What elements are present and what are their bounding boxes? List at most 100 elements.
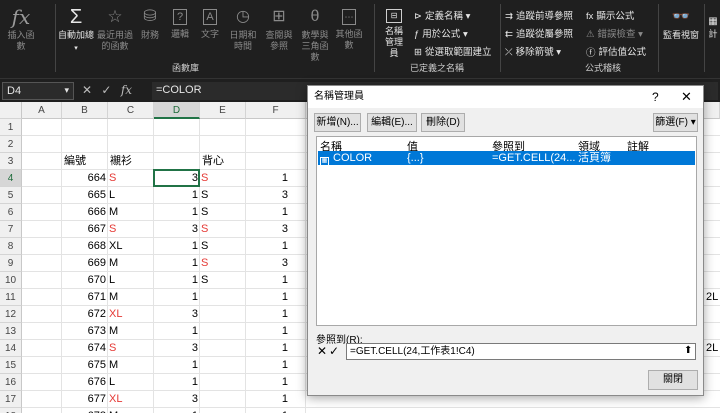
vest-value-cell[interactable]: 1 bbox=[246, 357, 290, 374]
edit-name-button[interactable]: 編輯(E)... bbox=[367, 113, 417, 132]
vest-size-cell[interactable]: S bbox=[200, 221, 246, 238]
row-header-10[interactable]: 10 bbox=[0, 272, 22, 289]
color-value-cell[interactable]: 3 bbox=[154, 340, 200, 357]
confirm-edit-icon[interactable]: ✓ bbox=[329, 344, 339, 358]
vest-value-cell[interactable]: 3 bbox=[246, 255, 290, 272]
delete-name-button[interactable]: 刪除(D) bbox=[421, 113, 465, 132]
vest-size-cell[interactable]: S bbox=[200, 238, 246, 255]
row-header-8[interactable]: 8 bbox=[0, 238, 22, 255]
vest-size-cell[interactable] bbox=[200, 323, 246, 340]
number-cell[interactable]: 675 bbox=[62, 357, 108, 374]
vest-size-cell[interactable] bbox=[200, 357, 246, 374]
close-icon[interactable]: ✕ bbox=[681, 86, 692, 108]
use-in-formula-button[interactable]: ƒ 用於公式 ▾ bbox=[414, 26, 468, 40]
row-header-1[interactable]: 1 bbox=[0, 119, 22, 136]
vest-value-cell[interactable]: 1 bbox=[246, 289, 290, 306]
vest-value-cell[interactable]: 1 bbox=[246, 391, 290, 408]
collapse-dialog-icon[interactable]: ⬆ bbox=[684, 344, 692, 358]
recent-functions-button[interactable]: ☆ 最近用過的函數 bbox=[96, 6, 134, 52]
color-value-cell[interactable]: 1 bbox=[154, 323, 200, 340]
color-value-cell[interactable]: 1 bbox=[154, 204, 200, 221]
refers-to-input[interactable]: =GET.CELL(24,工作表1!C4) bbox=[346, 343, 696, 360]
vest-value-cell[interactable]: 1 bbox=[246, 408, 290, 413]
shirt-size-cell[interactable]: M bbox=[108, 408, 154, 413]
shirt-size-cell[interactable]: XL bbox=[108, 391, 154, 408]
other-functions-button[interactable]: ⋯ 其他函數 bbox=[334, 6, 364, 51]
shirt-size-cell[interactable]: S bbox=[108, 340, 154, 357]
offscreen-cell[interactable]: 2L bbox=[706, 340, 720, 357]
number-cell[interactable]: 665 bbox=[62, 187, 108, 204]
vest-size-cell[interactable] bbox=[200, 306, 246, 323]
vest-value-cell[interactable]: 1 bbox=[246, 340, 290, 357]
color-value-cell[interactable]: 1 bbox=[154, 255, 200, 272]
number-cell[interactable]: 677 bbox=[62, 391, 108, 408]
close-button[interactable]: 關閉 bbox=[648, 370, 698, 390]
error-checking-button[interactable]: ⚠ 錯誤檢查 ▾ bbox=[586, 26, 643, 40]
row-header-18[interactable]: 18 bbox=[0, 408, 22, 413]
number-cell[interactable]: 674 bbox=[62, 340, 108, 357]
row-header-11[interactable]: 11 bbox=[0, 289, 22, 306]
shirt-size-cell[interactable]: S bbox=[108, 221, 154, 238]
create-from-selection-button[interactable]: ⊞ 從選取範圍建立 bbox=[414, 44, 491, 58]
evaluate-formula-button[interactable]: ⓕ 評估值公式 bbox=[586, 44, 646, 59]
vest-value-cell[interactable]: 1 bbox=[246, 238, 290, 255]
trace-precedents-button[interactable]: ⇉ 追蹤前導參照 bbox=[505, 8, 573, 22]
row-header-5[interactable]: 5 bbox=[0, 187, 22, 204]
cancel-edit-icon[interactable]: ✕ bbox=[317, 344, 327, 358]
datetime-button[interactable]: ◷ 日期和時間 bbox=[226, 6, 260, 52]
number-cell[interactable]: 673 bbox=[62, 323, 108, 340]
vest-value-cell[interactable]: 1 bbox=[246, 204, 290, 221]
vest-value-cell[interactable]: 3 bbox=[246, 221, 290, 238]
color-value-cell[interactable]: 1 bbox=[154, 187, 200, 204]
names-list[interactable]: 名稱 值 參照到 領域 註解 ▦ COLOR {...} =GET.CELL(2… bbox=[316, 136, 697, 326]
vest-size-cell[interactable] bbox=[200, 391, 246, 408]
row-header-13[interactable]: 13 bbox=[0, 323, 22, 340]
row-header-16[interactable]: 16 bbox=[0, 374, 22, 391]
number-cell[interactable]: 670 bbox=[62, 272, 108, 289]
row-header-2[interactable]: 2 bbox=[0, 136, 22, 153]
number-cell[interactable]: 671 bbox=[62, 289, 108, 306]
column-header-a[interactable]: A bbox=[22, 102, 62, 119]
lookup-button[interactable]: ⊞ 查閱與參照 bbox=[262, 6, 296, 52]
cancel-icon[interactable]: ✕ bbox=[82, 83, 92, 97]
row-header-12[interactable]: 12 bbox=[0, 306, 22, 323]
new-name-button[interactable]: 新增(N)... bbox=[314, 113, 361, 132]
column-header-f[interactable]: F bbox=[246, 102, 306, 119]
shirt-size-cell[interactable]: L bbox=[108, 272, 154, 289]
name-box[interactable]: D4 ▾ bbox=[2, 82, 74, 100]
number-cell[interactable]: 666 bbox=[62, 204, 108, 221]
row-header-17[interactable]: 17 bbox=[0, 391, 22, 408]
row-header-7[interactable]: 7 bbox=[0, 221, 22, 238]
color-value-cell[interactable]: 3 bbox=[154, 221, 200, 238]
color-value-cell[interactable]: 1 bbox=[154, 289, 200, 306]
select-all-corner[interactable] bbox=[0, 102, 22, 119]
financial-button[interactable]: ⛁ 財務 bbox=[136, 6, 164, 41]
vest-size-cell[interactable]: S bbox=[200, 255, 246, 272]
vest-value-cell[interactable]: 1 bbox=[246, 272, 290, 289]
row-header-15[interactable]: 15 bbox=[0, 357, 22, 374]
fx-icon[interactable]: fx bbox=[121, 83, 132, 97]
header-cell-vest[interactable]: 背心 bbox=[200, 153, 246, 170]
trace-dependents-button[interactable]: ⇇ 追蹤從屬參照 bbox=[505, 26, 573, 40]
autosum-button[interactable]: Σ 自動加總 ▾ bbox=[58, 6, 94, 54]
number-cell[interactable]: 668 bbox=[62, 238, 108, 255]
vest-size-cell[interactable] bbox=[200, 340, 246, 357]
vest-size-cell[interactable] bbox=[200, 408, 246, 413]
color-value-cell[interactable]: 1 bbox=[154, 374, 200, 391]
shirt-size-cell[interactable]: M bbox=[108, 255, 154, 272]
row-header-9[interactable]: 9 bbox=[0, 255, 22, 272]
define-name-button[interactable]: ⊳ 定義名稱 ▾ bbox=[414, 8, 470, 22]
color-value-cell[interactable]: 3 bbox=[154, 306, 200, 323]
color-value-cell[interactable]: 1 bbox=[154, 408, 200, 413]
confirm-icon[interactable]: ✓ bbox=[101, 83, 111, 97]
column-header-e[interactable]: E bbox=[200, 102, 246, 119]
column-header-c[interactable]: C bbox=[108, 102, 154, 119]
offscreen-cell[interactable]: 2L bbox=[706, 289, 720, 306]
math-trig-button[interactable]: θ 數學與三角函數 bbox=[298, 6, 332, 63]
number-cell[interactable]: 664 bbox=[62, 170, 108, 187]
row-header-3[interactable]: 3 bbox=[0, 153, 22, 170]
help-icon[interactable]: ? bbox=[652, 86, 659, 108]
row-header-4[interactable]: 4 bbox=[0, 170, 22, 187]
text-functions-button[interactable]: A 文字 bbox=[196, 6, 224, 40]
color-value-cell[interactable]: 1 bbox=[154, 238, 200, 255]
